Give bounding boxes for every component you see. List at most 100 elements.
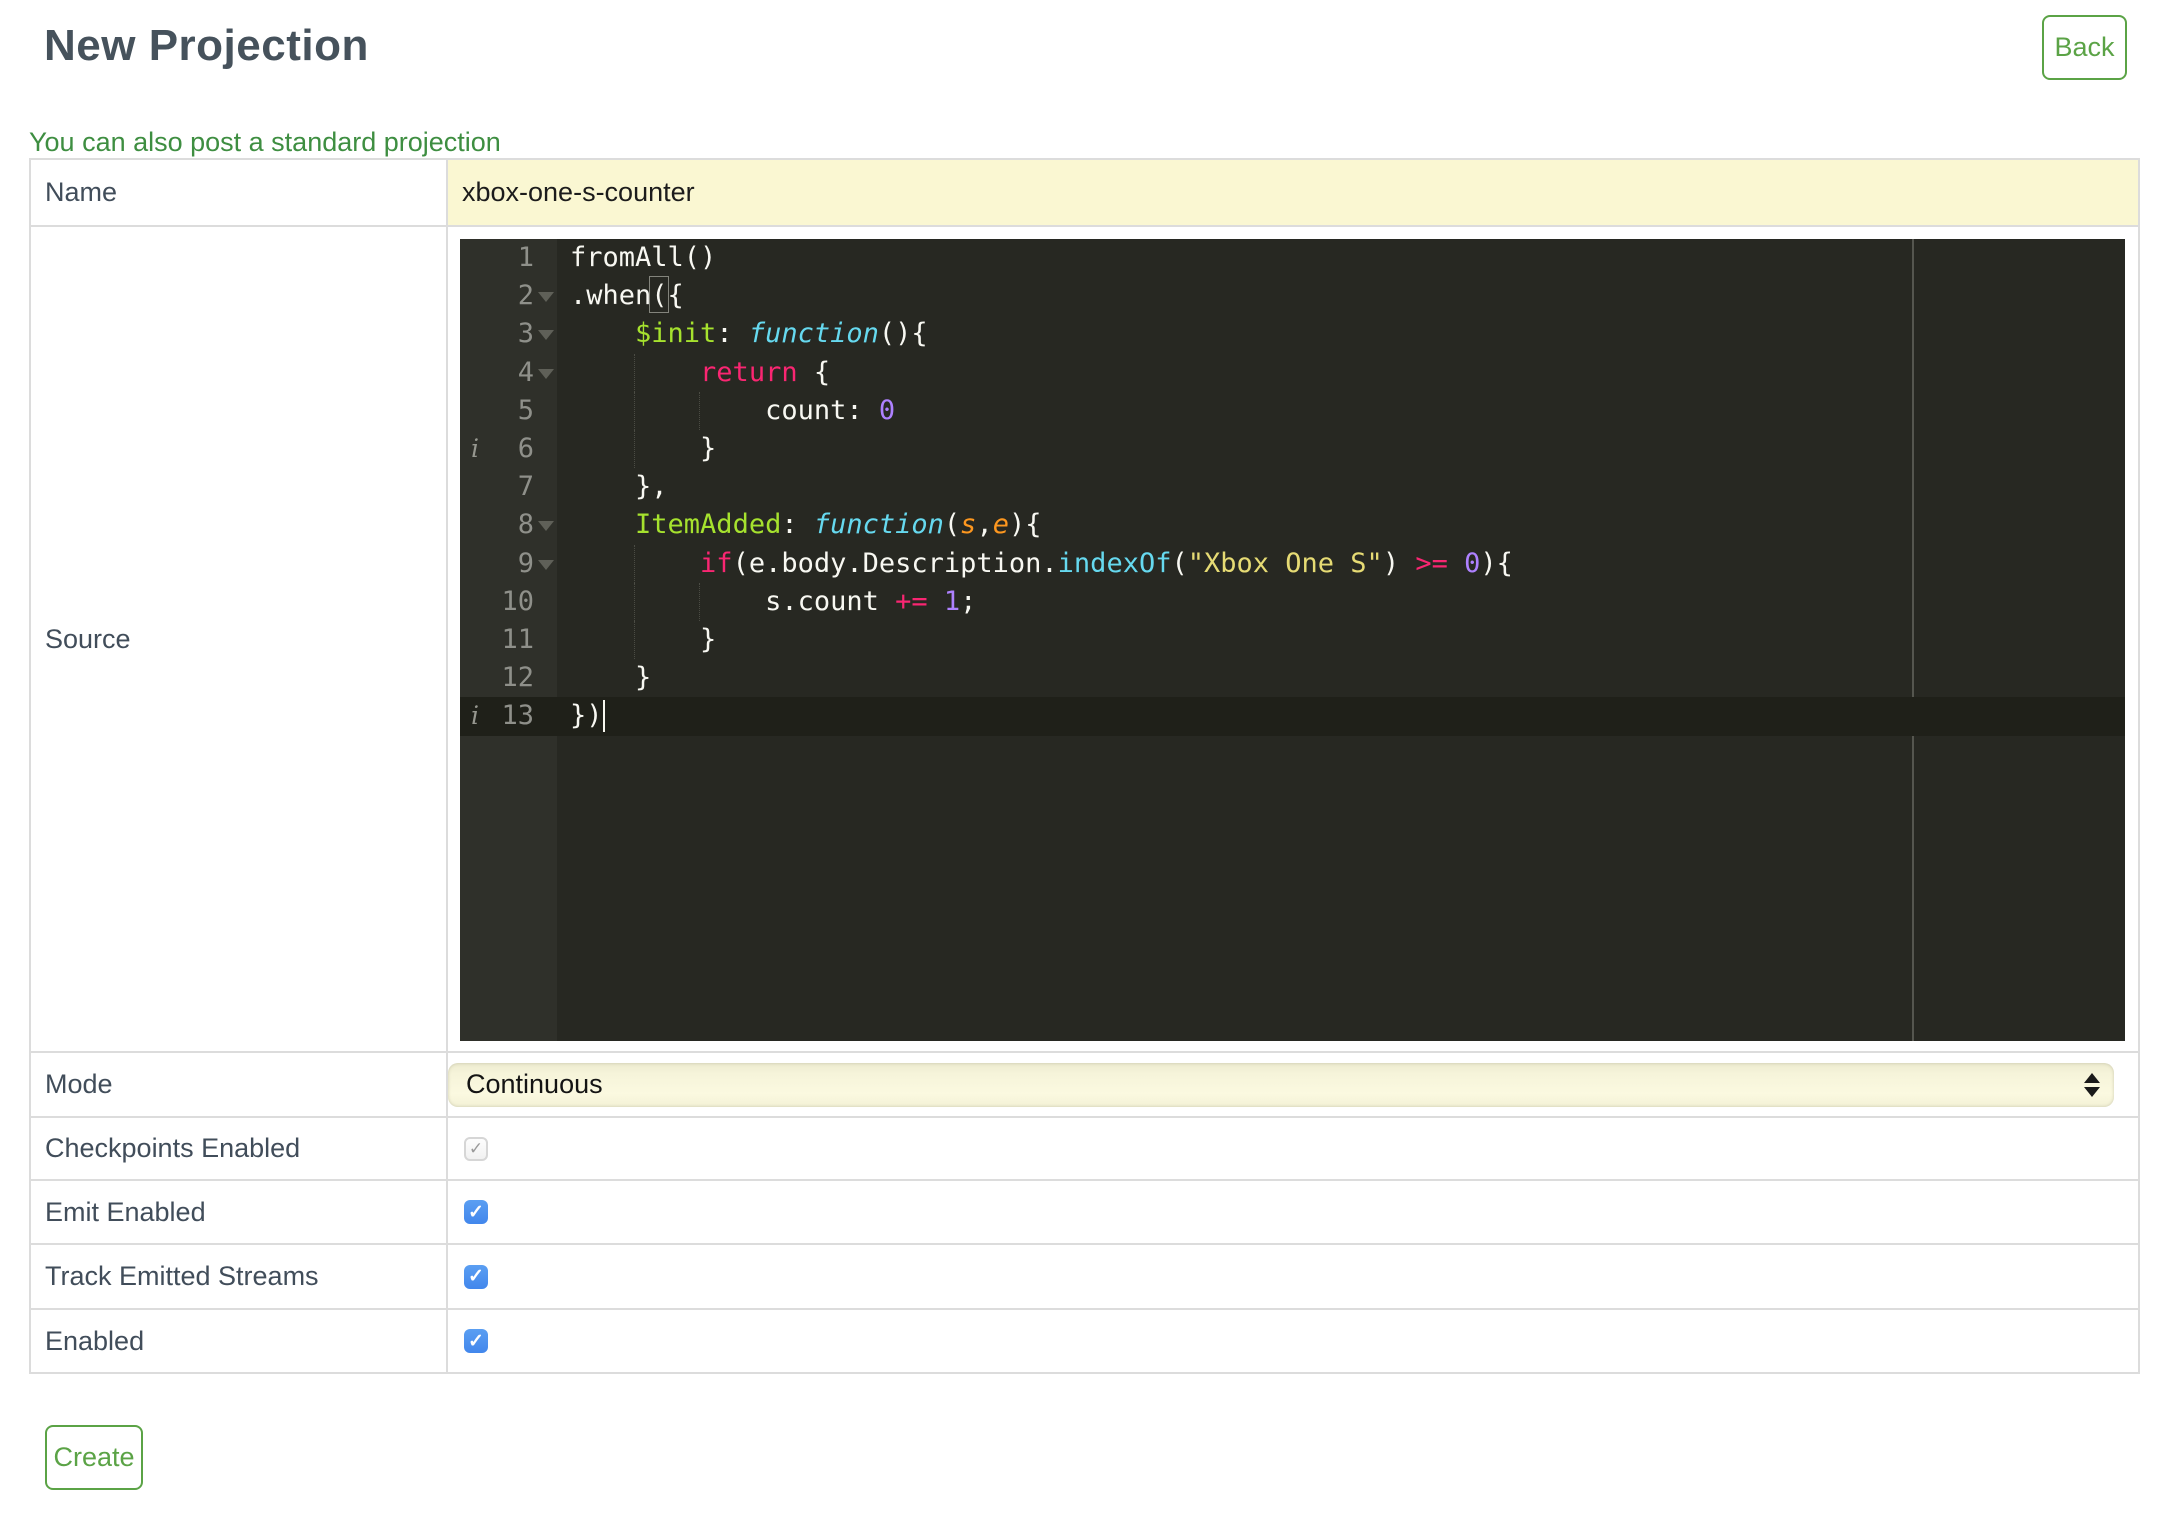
checkpoints-cell: ✓	[448, 1118, 2138, 1179]
checkpoints-label: Checkpoints Enabled	[31, 1118, 448, 1179]
code-token: function	[813, 509, 944, 541]
code-line: },	[557, 468, 2125, 506]
code-line: $init: function(){	[557, 315, 2125, 353]
code-token: .when	[570, 280, 652, 312]
line-number: 10	[501, 585, 534, 617]
gutter-line: 7	[460, 468, 557, 506]
code-token: (	[651, 280, 668, 312]
standard-projection-link[interactable]: You can also post a standard projection	[29, 127, 501, 157]
mode-select[interactable]: Continuous	[448, 1062, 2114, 1107]
gutter-line: 1	[460, 239, 557, 277]
code-token: if	[700, 547, 733, 579]
editor-code-area[interactable]: fromAll() .when({ $init: function(){ retu…	[557, 239, 2125, 735]
code-line: if(e.body.Description.indexOf("Xbox One …	[557, 544, 2125, 583]
code-line: s.count += 1;	[557, 582, 2125, 621]
track-row: Track Emitted Streams ✓	[31, 1243, 2138, 1308]
code-token: s	[960, 509, 977, 541]
indent-guide	[634, 391, 635, 430]
code-line: fromAll()	[557, 239, 2125, 277]
code-token: :	[781, 509, 814, 541]
fold-toggle-icon[interactable]	[538, 292, 554, 303]
fold-toggle-icon[interactable]	[538, 521, 554, 532]
name-input-value: xbox-one-s-counter	[462, 177, 695, 207]
enabled-label: Enabled	[31, 1310, 448, 1372]
create-button[interactable]: Create	[45, 1425, 143, 1490]
fold-toggle-icon[interactable]	[538, 368, 554, 379]
emit-cell: ✓	[448, 1181, 2138, 1243]
code-token: },	[570, 471, 668, 503]
gutter-line: 11	[460, 621, 557, 659]
checkmark-icon: ✓	[468, 1266, 484, 1287]
code-token: fromAll()	[570, 242, 717, 273]
track-cell: ✓	[448, 1245, 2138, 1308]
code-line: })	[557, 697, 2125, 735]
code-token: {	[797, 356, 831, 388]
code-token: s.count	[570, 585, 896, 617]
enabled-checkbox[interactable]: ✓	[464, 1329, 488, 1353]
checkmark-icon: ✓	[468, 1330, 484, 1352]
source-code-editor[interactable]: 1 2 3 4 5 6 i 7 8 9 10 11 12 13 i fromAll() .when({ $in…	[460, 239, 2125, 1041]
checkpoints-checkbox: ✓	[464, 1136, 488, 1161]
mode-select-value: Continuous	[466, 1069, 603, 1099]
gutter-line: 2	[460, 277, 557, 315]
code-token: ){	[1008, 509, 1042, 541]
back-button[interactable]: Back	[2042, 15, 2127, 80]
indent-guide	[634, 620, 635, 660]
enabled-row: Enabled ✓	[31, 1308, 2138, 1372]
code-token: "Xbox One S"	[1187, 547, 1383, 579]
indent-guide	[634, 429, 635, 469]
code-token: 0	[878, 394, 896, 426]
code-token: })	[570, 700, 603, 732]
projection-form-table: Name xbox-one-s-counter Source 123456i78…	[29, 158, 2140, 1374]
code-token: (e.body.Description.	[732, 547, 1058, 579]
line-number: 7	[517, 471, 534, 503]
arrow-down-icon	[2084, 1086, 2100, 1097]
code-token: {	[667, 280, 684, 312]
code-token: }	[570, 662, 652, 694]
fold-toggle-icon[interactable]	[538, 330, 554, 341]
arrow-up-icon	[2084, 1072, 2100, 1083]
code-line: }	[557, 659, 2125, 697]
gutter-line: 10	[460, 583, 557, 621]
enabled-cell: ✓	[448, 1310, 2138, 1372]
code-token: e	[992, 509, 1009, 541]
code-token: >=	[1415, 547, 1448, 579]
indent-guide	[699, 391, 700, 430]
name-row: Name xbox-one-s-counter	[31, 160, 2138, 225]
code-line: }	[557, 620, 2125, 660]
fold-toggle-icon[interactable]	[538, 559, 554, 570]
code-token: $init	[635, 318, 717, 350]
code-token: return	[700, 356, 798, 388]
indent-guide	[634, 582, 635, 621]
code-token: +=	[895, 585, 928, 617]
gutter-line: 4	[460, 354, 557, 392]
emit-checkbox[interactable]: ✓	[464, 1200, 488, 1224]
mode-cell: Continuous	[448, 1053, 2138, 1116]
name-label: Name	[31, 160, 448, 225]
gutter-line: 5	[460, 392, 557, 430]
select-stepper-arrows-icon	[2084, 1072, 2100, 1097]
text-cursor	[602, 700, 605, 733]
code-token: ItemAdded	[635, 509, 782, 541]
mode-row: Mode Continuous	[31, 1051, 2138, 1116]
indent-guide	[699, 582, 700, 621]
mode-label: Mode	[31, 1053, 448, 1116]
code-token: indexOf	[1057, 547, 1172, 579]
code-token: ;	[960, 585, 977, 617]
code-token: :	[716, 318, 749, 350]
code-line: }	[557, 429, 2125, 469]
indent-guide	[634, 353, 635, 392]
track-emitted-streams-checkbox[interactable]: ✓	[464, 1264, 488, 1289]
code-line: ItemAdded: function(s,e){	[557, 506, 2125, 544]
source-label: Source	[31, 227, 448, 1051]
code-token: 1	[943, 585, 961, 617]
gutter-line: 3	[460, 315, 557, 353]
line-number: 1	[517, 242, 534, 273]
source-cell: 1 2 3 4 5 6 i 7 8 9 10 11 12 13 i fromAll() .when({ $in…	[448, 227, 2138, 1051]
name-input[interactable]: xbox-one-s-counter	[448, 160, 2138, 225]
code-token: function	[748, 318, 879, 350]
